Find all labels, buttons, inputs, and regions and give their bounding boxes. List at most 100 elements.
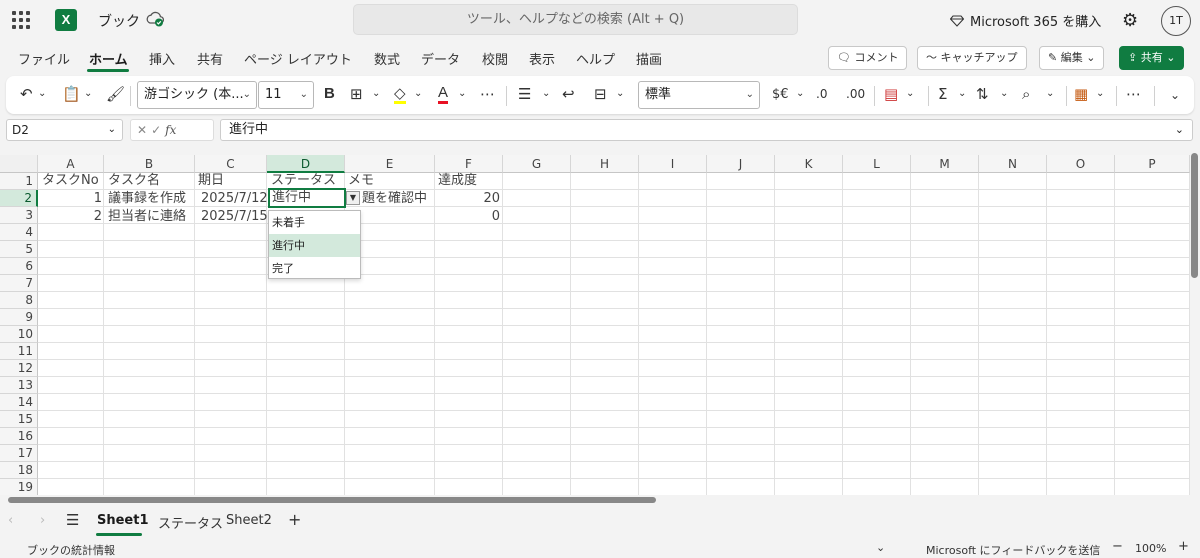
sheet-tab-sheet2[interactable]: Sheet2: [226, 513, 272, 528]
more-icon[interactable]: ⋯: [1126, 85, 1141, 103]
format-painter-icon[interactable]: 🖌: [106, 85, 125, 103]
tab-help[interactable]: ヘルプ: [576, 49, 615, 68]
cell-b3[interactable]: 担当者に連絡: [106, 208, 188, 225]
column-header-f[interactable]: F: [435, 155, 503, 173]
cell-e1[interactable]: メモ: [346, 172, 376, 189]
tab-view[interactable]: 表示: [529, 49, 555, 68]
row-header-1[interactable]: 1: [0, 173, 38, 190]
cell-c1[interactable]: 期日: [196, 172, 226, 189]
tab-share[interactable]: 共有: [197, 49, 223, 68]
chevron-down-icon[interactable]: ⌄: [84, 88, 92, 99]
row-header-9[interactable]: 9: [0, 309, 38, 326]
tab-file[interactable]: ファイル: [18, 49, 70, 68]
wrap-text-icon[interactable]: ↩: [562, 85, 575, 103]
column-header-g[interactable]: G: [503, 155, 571, 173]
row-header-16[interactable]: 16: [0, 428, 38, 445]
row-header-18[interactable]: 18: [0, 462, 38, 479]
horizontal-scroll-thumb[interactable]: [8, 497, 656, 503]
row-header-7[interactable]: 7: [0, 275, 38, 292]
zoom-in-button[interactable]: +: [1178, 539, 1189, 554]
chevron-down-icon[interactable]: ⌄: [38, 88, 46, 99]
align-icon[interactable]: ☰: [518, 85, 531, 103]
sheet-tab-status[interactable]: ステータス: [158, 513, 223, 532]
workbook-stats-link[interactable]: ブックの統計情報: [27, 542, 115, 558]
column-header-i[interactable]: I: [639, 155, 707, 173]
chevron-down-icon[interactable]: ⌄: [616, 88, 624, 99]
vertical-scrollbar[interactable]: [1190, 145, 1200, 495]
horizontal-scrollbar[interactable]: [0, 495, 1190, 504]
search-box[interactable]: ツール、ヘルプなどの検索 (Alt + Q): [353, 4, 798, 35]
row-header-12[interactable]: 12: [0, 360, 38, 377]
cell-a1[interactable]: タスクNo: [40, 172, 101, 189]
conditional-format-icon[interactable]: ▤: [884, 85, 898, 103]
row-header-5[interactable]: 5: [0, 241, 38, 258]
catchup-button[interactable]: 〜 キャッチアップ: [917, 46, 1027, 70]
cell-e2[interactable]: 題を確認中: [360, 190, 429, 207]
chevron-down-icon[interactable]: ⌄: [372, 88, 380, 99]
tab-page-layout[interactable]: ページ レイアウト: [244, 49, 352, 68]
tab-data[interactable]: データ: [421, 49, 460, 68]
decrease-decimal-icon[interactable]: .0: [816, 87, 827, 101]
expand-ribbon-icon[interactable]: ⌄: [1170, 88, 1180, 102]
autosum-icon[interactable]: Σ: [938, 85, 947, 103]
font-size-select[interactable]: 11 ⌄: [258, 81, 314, 109]
zoom-out-button[interactable]: −: [1112, 539, 1123, 554]
worksheet-grid[interactable]: ABCDEFGHIJKLMNOP 1 2 3 4 5 6 7 8 9 10 11 12 13 14 15 16…: [0, 155, 1190, 495]
column-header-n[interactable]: N: [979, 155, 1047, 173]
chevron-down-icon[interactable]: ⌄: [876, 541, 885, 554]
column-header-k[interactable]: K: [775, 155, 843, 173]
select-all-corner[interactable]: [0, 155, 38, 173]
buy-365-link[interactable]: Microsoft 365 を購入: [950, 11, 1101, 30]
cell-f2[interactable]: 20: [436, 190, 502, 207]
merge-icon[interactable]: ⊟: [594, 85, 607, 103]
column-header-j[interactable]: J: [707, 155, 775, 173]
fill-color-icon[interactable]: ◇: [394, 85, 406, 104]
row-header-11[interactable]: 11: [0, 343, 38, 360]
app-launcher-icon[interactable]: [12, 11, 30, 29]
bold-button[interactable]: B: [324, 85, 335, 102]
cancel-icon[interactable]: ✕: [137, 123, 151, 137]
column-header-o[interactable]: O: [1047, 155, 1115, 173]
chevron-down-icon[interactable]: ⌄: [414, 88, 422, 99]
currency-button[interactable]: $€: [772, 87, 789, 102]
column-header-c[interactable]: C: [195, 155, 267, 173]
dropdown-arrow-icon[interactable]: ▼: [346, 191, 360, 205]
cell-f1[interactable]: 達成度: [436, 172, 479, 189]
chevron-down-icon[interactable]: ⌄: [1046, 88, 1054, 99]
column-header-b[interactable]: B: [104, 155, 195, 173]
add-ins-icon[interactable]: ▦: [1074, 85, 1088, 103]
dropdown-option-done[interactable]: 完了: [269, 257, 360, 280]
cell-b1[interactable]: タスク名: [106, 172, 162, 189]
tab-home[interactable]: ホーム: [89, 49, 128, 68]
borders-icon[interactable]: ⊞: [350, 85, 363, 103]
column-header-h[interactable]: H: [571, 155, 639, 173]
cell-d1[interactable]: ステータス: [269, 172, 338, 189]
feedback-link[interactable]: Microsoft にフィードバックを送信: [926, 542, 1100, 558]
cell-c3[interactable]: 2025/7/15: [199, 208, 270, 225]
cloud-saved-icon[interactable]: [146, 11, 164, 27]
tab-formulas[interactable]: 数式: [374, 49, 400, 68]
next-sheet-icon[interactable]: ›: [40, 513, 45, 528]
cell-b2[interactable]: 議事録を作成: [106, 190, 188, 207]
cell-c2[interactable]: 2025/7/12: [199, 190, 270, 207]
find-icon[interactable]: ⌕: [1022, 85, 1030, 103]
chevron-down-icon[interactable]: ⌄: [796, 88, 804, 99]
chevron-down-icon[interactable]: ⌄: [906, 88, 914, 99]
column-header-m[interactable]: M: [911, 155, 979, 173]
excel-logo-icon[interactable]: X: [55, 9, 77, 31]
number-format-select[interactable]: 標準 ⌄: [638, 81, 760, 109]
tab-insert[interactable]: 挿入: [149, 49, 175, 68]
cell-a2[interactable]: 1: [38, 190, 104, 207]
edit-mode-button[interactable]: ✎ 編集 ⌄: [1039, 46, 1105, 70]
vertical-scroll-thumb[interactable]: [1191, 153, 1198, 278]
add-sheet-button[interactable]: +: [288, 510, 301, 529]
chevron-down-icon[interactable]: ⌄: [542, 88, 550, 99]
row-header-10[interactable]: 10: [0, 326, 38, 343]
column-header-a[interactable]: A: [38, 155, 104, 173]
chevron-down-icon[interactable]: ⌄: [1096, 88, 1104, 99]
zoom-level[interactable]: 100%: [1135, 542, 1166, 555]
settings-gear-icon[interactable]: ⚙: [1122, 10, 1138, 31]
chevron-down-icon[interactable]: ⌄: [1000, 88, 1008, 99]
all-sheets-menu-icon[interactable]: ☰: [66, 511, 79, 529]
row-header-8[interactable]: 8: [0, 292, 38, 309]
